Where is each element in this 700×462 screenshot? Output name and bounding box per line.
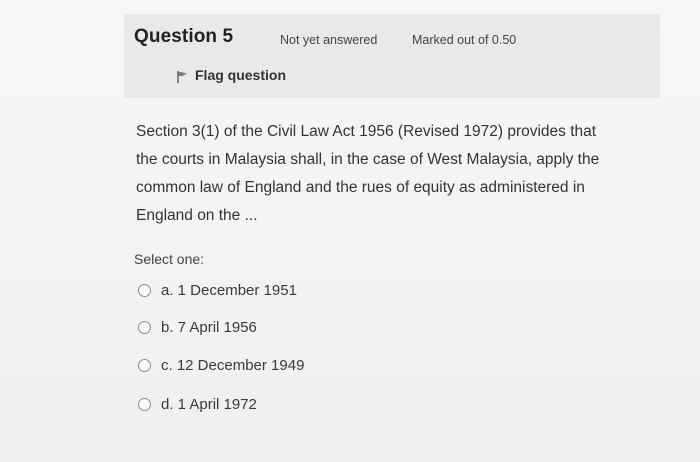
answer-option-a[interactable]: a. 1 December 1951: [138, 282, 297, 299]
answer-option-c[interactable]: c. 12 December 1949: [138, 357, 304, 374]
flag-question-button[interactable]: Flag question: [176, 67, 286, 83]
radio-button[interactable]: [138, 284, 151, 297]
radio-button[interactable]: [138, 321, 151, 334]
answer-option-b[interactable]: b. 7 April 1956: [138, 319, 257, 336]
radio-button[interactable]: [138, 359, 151, 372]
radio-button[interactable]: [138, 398, 151, 411]
answer-option-label: a. 1 December 1951: [161, 282, 297, 299]
question-info-panel: Question 5 Not yet answered Marked out o…: [124, 14, 660, 98]
flag-icon: [176, 70, 190, 84]
answer-option-label: c. 12 December 1949: [161, 357, 305, 374]
question-marks: Marked out of 0.50: [412, 33, 517, 47]
answer-option-d[interactable]: d. 1 April 1972: [138, 396, 257, 413]
question-text: Section 3(1) of the Civil Law Act 1956 (…: [136, 123, 600, 224]
question-status: Not yet answered: [280, 33, 378, 47]
select-one-prompt: Select one:: [134, 251, 205, 267]
answer-option-label: b. 7 April 1956: [161, 319, 257, 336]
question-number: Question 5: [134, 26, 234, 47]
answer-option-label: d. 1 April 1972: [161, 396, 257, 413]
flag-question-label: Flag question: [195, 67, 286, 83]
